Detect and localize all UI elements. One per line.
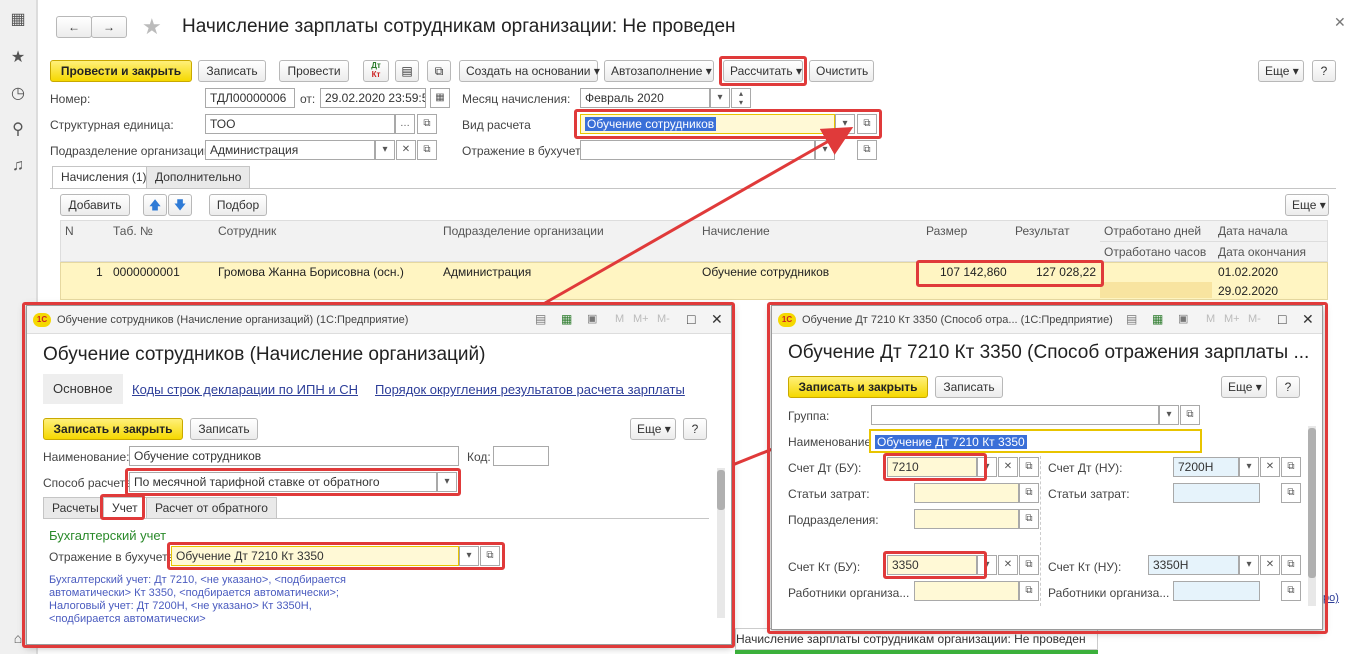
tab-accounting[interactable]: Учет	[103, 497, 147, 518]
workers-nu-open-icon[interactable]: ⧉	[1281, 581, 1301, 601]
dt-nu-dropdown-icon[interactable]: ▾	[1239, 457, 1259, 477]
left-window-title: Обучение сотрудников (Начисление организ…	[43, 344, 486, 365]
code-label: Код:	[467, 450, 491, 464]
name-field[interactable]: Обучение сотрудников	[129, 446, 459, 466]
reflect-dropdown-icon[interactable]: ▾	[459, 546, 479, 566]
arrow-calc-type	[544, 127, 854, 305]
kt-nu-label: Счет Кт (НУ):	[1048, 560, 1122, 574]
maximize-icon[interactable]: □	[687, 311, 695, 327]
print-icon[interactable]: ▤	[1126, 312, 1137, 326]
cost-field[interactable]	[914, 483, 1019, 503]
name-label: Наименование:	[788, 435, 875, 449]
workers-label-nu: Работники организа...	[1048, 586, 1170, 600]
kt-nu-clear-icon[interactable]: ✕	[1260, 555, 1280, 575]
right-window: Обучение Дт 7210 Кт 3350 (Способ отра...…	[771, 305, 1323, 630]
help-button[interactable]: ?	[1276, 376, 1300, 398]
cost-label: Статьи затрат:	[788, 487, 870, 501]
div-open-icon[interactable]: ⧉	[1019, 509, 1039, 529]
kt-bu-field[interactable]: 3350	[887, 555, 977, 575]
table-icon[interactable]: ▦	[1152, 312, 1163, 326]
group-open-icon[interactable]: ⧉	[1180, 405, 1200, 425]
close-icon[interactable]: ✕	[1302, 311, 1314, 328]
maximize-icon[interactable]: □	[1278, 311, 1286, 327]
tab-calculations[interactable]: Расчеты	[43, 497, 108, 518]
div-field[interactable]	[914, 509, 1019, 529]
memory-mminus-icon: M-	[657, 313, 670, 325]
nav-main[interactable]: Основное	[43, 374, 123, 404]
tab-reverse-calc[interactable]: Расчет от обратного	[146, 497, 277, 518]
dt-nu-open-icon[interactable]: ⧉	[1281, 457, 1301, 477]
table-icon[interactable]: ▦	[561, 312, 572, 326]
kt-bu-dropdown-icon[interactable]: ▾	[977, 555, 997, 575]
method-label: Способ расчета:	[43, 476, 135, 490]
more-button[interactable]: Еще ▾	[630, 418, 676, 440]
memory-mminus-icon: M-	[1248, 313, 1261, 325]
column-divider	[1040, 456, 1041, 606]
cost-open-icon[interactable]: ⧉	[1019, 483, 1039, 503]
dt-nu-clear-icon[interactable]: ✕	[1260, 457, 1280, 477]
dt-bu-label: Счет Дт (БУ):	[788, 461, 862, 475]
kt-bu-label: Счет Кт (БУ):	[788, 560, 861, 574]
accounting-note: Бухгалтерский учет: Дт 7210, <не указано…	[49, 574, 346, 625]
right-window-title: Обучение Дт 7210 Кт 3350 (Способ отражен…	[788, 342, 1310, 363]
memory-m-icon: M	[1206, 313, 1216, 325]
nav-rounding-link[interactable]: Порядок округления результатов расчета з…	[375, 382, 685, 397]
name-field[interactable]: Обучение Дт 7210 Кт 3350	[869, 429, 1202, 453]
method-dropdown-icon[interactable]: ▾	[437, 472, 457, 492]
cost-label-nu: Статьи затрат:	[1048, 487, 1130, 501]
code-field[interactable]	[493, 446, 549, 466]
left-window-caption: Обучение сотрудников (Начисление организ…	[27, 306, 731, 334]
scrollbar-thumb[interactable]	[717, 470, 725, 510]
tabs-line	[43, 518, 709, 519]
1c-logo-icon: 1С	[33, 313, 51, 327]
kt-nu-open-icon[interactable]: ⧉	[1281, 555, 1301, 575]
save-button[interactable]: Записать	[935, 376, 1003, 398]
cost-nu-open-icon[interactable]: ⧉	[1281, 483, 1301, 503]
memory-m-icon: M	[615, 313, 625, 325]
dt-bu-open-icon[interactable]: ⧉	[1019, 457, 1039, 477]
reflect-label: Отражение в бухучете:	[49, 550, 178, 564]
more-button[interactable]: Еще ▾	[1221, 376, 1267, 398]
save-close-button[interactable]: Записать и закрыть	[788, 376, 928, 398]
save-button[interactable]: Записать	[190, 418, 258, 440]
dt-bu-dropdown-icon[interactable]: ▾	[977, 457, 997, 477]
name-label: Наименование:	[43, 450, 130, 464]
dt-bu-field[interactable]: 7210	[887, 457, 977, 477]
help-button[interactable]: ?	[683, 418, 707, 440]
save-close-button[interactable]: Записать и закрыть	[43, 418, 183, 440]
memory-mplus-icon: M+	[633, 313, 649, 325]
dt-bu-clear-icon[interactable]: ✕	[998, 457, 1018, 477]
calendar-icon[interactable]: ▣	[1178, 312, 1188, 325]
kt-bu-clear-icon[interactable]: ✕	[998, 555, 1018, 575]
close-icon[interactable]: ✕	[711, 311, 723, 328]
group-field[interactable]	[871, 405, 1159, 425]
cost-nu-field[interactable]	[1173, 483, 1260, 503]
method-field[interactable]: По месячной тарифной ставке от обратного	[129, 472, 437, 492]
kt-nu-field[interactable]: 3350Н	[1148, 555, 1239, 575]
div-label: Подразделения:	[788, 513, 879, 527]
kt-nu-dropdown-icon[interactable]: ▾	[1239, 555, 1259, 575]
group-label: Группа:	[788, 409, 830, 423]
dt-nu-field[interactable]: 7200Н	[1173, 457, 1239, 477]
nav-codes-link[interactable]: Коды строк декларации по ИПН и СН	[132, 382, 358, 397]
1c-logo-icon: 1С	[778, 313, 796, 327]
print-icon[interactable]: ▤	[535, 312, 546, 326]
reflect-open-icon[interactable]: ⧉	[480, 546, 500, 566]
reflect-field[interactable]: Обучение Дт 7210 Кт 3350	[171, 546, 459, 566]
memory-mplus-icon: M+	[1224, 313, 1240, 325]
section-title: Бухгалтерский учет	[49, 528, 167, 543]
workers-open-icon[interactable]: ⧉	[1019, 581, 1039, 601]
scrollbar-thumb[interactable]	[1308, 428, 1316, 578]
workers-label: Работники организа...	[788, 586, 910, 600]
workers-nu-field[interactable]	[1173, 581, 1260, 601]
group-dropdown-icon[interactable]: ▾	[1159, 405, 1179, 425]
kt-bu-open-icon[interactable]: ⧉	[1019, 555, 1039, 575]
left-window: Обучение сотрудников (Начисление организ…	[26, 305, 732, 645]
dt-nu-label: Счет Дт (НУ):	[1048, 461, 1123, 475]
workers-field[interactable]	[914, 581, 1019, 601]
calendar-icon[interactable]: ▣	[587, 312, 597, 325]
